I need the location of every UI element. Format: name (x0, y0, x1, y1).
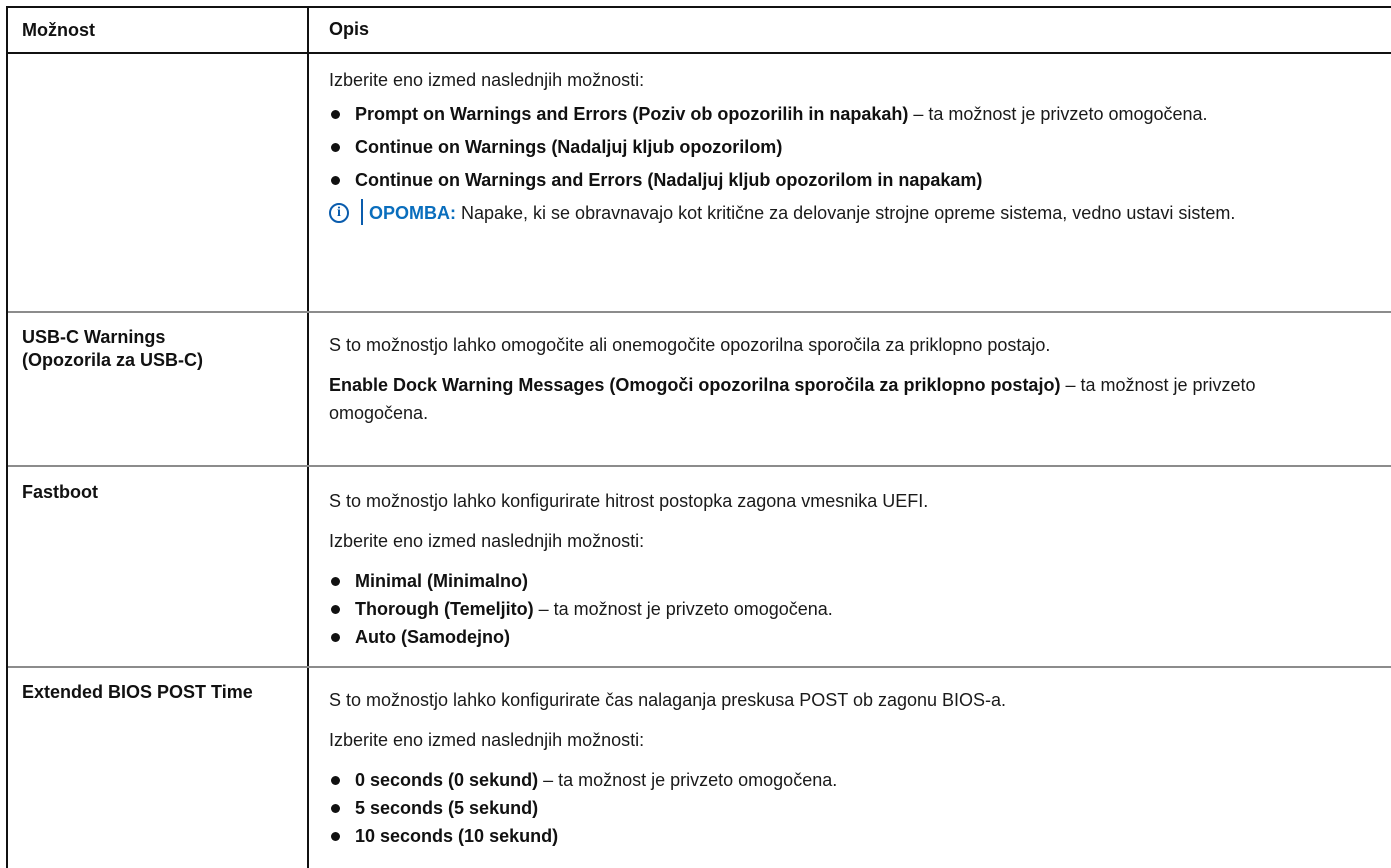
note-rule (361, 199, 363, 225)
list-item: 0 seconds (0 sekund) – ta možnost je pri… (329, 766, 1383, 794)
note-label: OPOMBA: (369, 203, 456, 223)
row-option-usb-c-warnings: USB-C Warnings (Opozorila za USB-C) (8, 313, 309, 465)
intro-text: Izberite eno izmed naslednjih možnosti: (329, 70, 645, 90)
list-item: 10 seconds (10 sekund) (329, 822, 1383, 850)
note-text: Napake, ki se obravnavajo kot kritične z… (456, 203, 1236, 223)
intro-text: Izberite eno izmed naslednjih možnosti: (329, 730, 645, 750)
option-list: Prompt on Warnings and Errors (Poziv ob … (329, 100, 1383, 194)
option-list: 0 seconds (0 sekund) – ta možnost je pri… (329, 766, 1383, 850)
table-row: USB-C Warnings (Opozorila za USB-C) S to… (8, 313, 1391, 467)
list-item: Continue on Warnings (Nadaljuj kljub opo… (329, 133, 1383, 161)
list-item: Auto (Samodejno) (329, 623, 1383, 651)
list-item: Continue on Warnings and Errors (Nadalju… (329, 166, 1383, 194)
description-text: Enable Dock Warning Messages (Omogoči op… (329, 375, 1256, 423)
list-item: Prompt on Warnings and Errors (Poziv ob … (329, 100, 1383, 128)
description-text: S to možnostjo lahko omogočite ali onemo… (329, 335, 1051, 355)
info-icon: i (329, 203, 349, 223)
list-item: Thorough (Temeljito) – ta možnost je pri… (329, 595, 1383, 623)
table-header-row: Možnost Opis (8, 8, 1391, 54)
row-description: S to možnostjo lahko omogočite ali onemo… (309, 313, 1391, 465)
options-table: Možnost Opis Izberite eno izmed naslednj… (6, 6, 1391, 868)
header-option: Možnost (8, 8, 309, 52)
row-option-extended-bios-post-time: Extended BIOS POST Time (8, 668, 309, 868)
table-row: Izberite eno izmed naslednjih možnosti: … (8, 54, 1391, 313)
list-item: Minimal (Minimalno) (329, 567, 1383, 595)
intro-text: Izberite eno izmed naslednjih možnosti: (329, 531, 645, 551)
row-description: S to možnostjo lahko konfigurirate čas n… (309, 668, 1391, 868)
description-text: S to možnostjo lahko konfigurirate hitro… (329, 491, 929, 511)
option-list: Minimal (Minimalno) Thorough (Temeljito)… (329, 567, 1383, 651)
row-description: S to možnostjo lahko konfigurirate hitro… (309, 467, 1391, 666)
header-description: Opis (329, 19, 370, 39)
list-item: 5 seconds (5 sekund) (329, 794, 1383, 822)
row-option-fastboot: Fastboot (8, 467, 309, 666)
row-description: Izberite eno izmed naslednjih možnosti: … (309, 54, 1391, 311)
row-option-empty (8, 54, 309, 311)
table-row: Extended BIOS POST Time S to možnostjo l… (8, 668, 1391, 868)
note-block: i OPOMBA: Napake, ki se obravnavajo kot … (329, 199, 1383, 227)
table-row: Fastboot S to možnostjo lahko konfigurir… (8, 467, 1391, 668)
description-text: S to možnostjo lahko konfigurirate čas n… (329, 690, 1007, 710)
